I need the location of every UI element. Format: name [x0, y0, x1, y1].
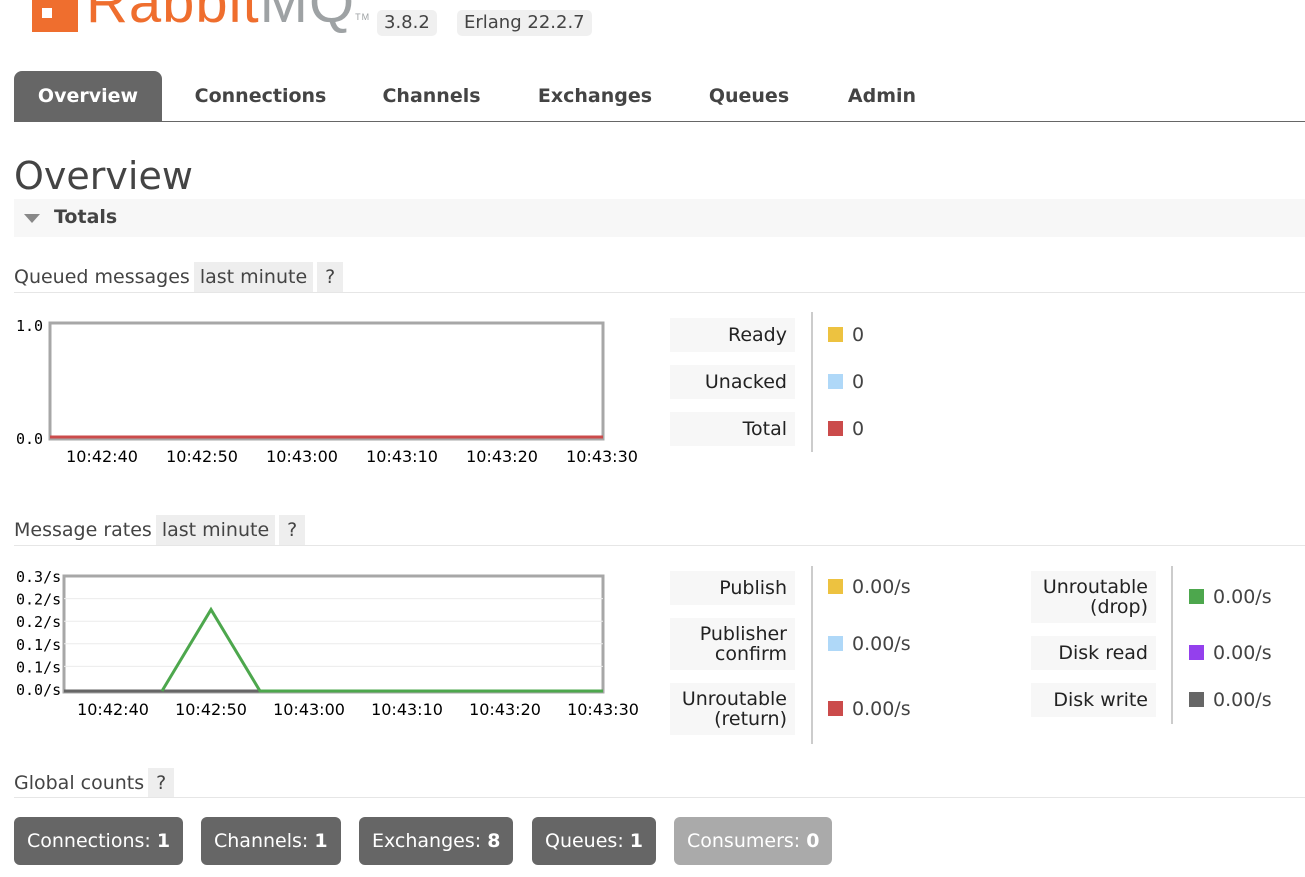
totals-section-toggle[interactable]: Totals — [14, 199, 1305, 237]
tab-channels[interactable]: Channels — [369, 71, 494, 121]
y-tick-label: 0.1/s — [16, 658, 61, 676]
y-tick-label: 0.3/s — [16, 568, 61, 586]
legend-label-ready: Ready — [670, 318, 795, 352]
disk-write-swatch — [1189, 692, 1204, 707]
legend-value-unroutable-drop: 0.00/s — [1189, 586, 1272, 608]
tab-queues[interactable]: Queues — [694, 71, 804, 121]
tab-overview[interactable]: Overview — [14, 71, 162, 121]
y-tick-label: 0.2/s — [16, 613, 61, 631]
tab-exchanges[interactable]: Exchanges — [522, 71, 668, 121]
publisher-confirm-swatch — [828, 636, 843, 651]
legend-label-disk-read: Disk read — [1031, 636, 1156, 670]
divider — [14, 545, 1305, 546]
x-tick-label: 10:43:20 — [469, 700, 541, 719]
disk-read-swatch — [1189, 645, 1204, 660]
consumers-count-button[interactable]: Consumers: 0 — [674, 817, 833, 865]
legend-label-publisher-confirm: Publisher confirm — [670, 618, 795, 670]
main-nav-tabs: Overview Connections Channels Exchanges … — [14, 71, 1305, 122]
legend-separator — [811, 566, 813, 744]
queued-messages-title: Queued messages — [14, 266, 190, 288]
y-tick-label: 0.2/s — [16, 591, 61, 609]
unacked-swatch — [828, 374, 843, 389]
erlang-version-badge: Erlang 22.2.7 — [457, 10, 592, 36]
x-tick-label: 10:43:30 — [567, 700, 639, 719]
version-badge: 3.8.2 — [377, 10, 437, 36]
page-title: Overview — [14, 154, 193, 198]
rates-help-button[interactable]: ? — [279, 515, 306, 545]
message-rates-heading: Message rates last minute? — [14, 515, 306, 545]
queued-messages-heading: Queued messages last minute? — [14, 262, 344, 292]
message-rates-title: Message rates — [14, 519, 152, 541]
channels-count-button[interactable]: Channels: 1 — [201, 817, 341, 865]
global-help-button[interactable]: ? — [148, 768, 175, 798]
section-title: Totals — [54, 206, 118, 228]
y-tick-label: 0.1/s — [16, 636, 61, 654]
legend-value-unacked: 0 — [828, 371, 864, 393]
global-counts-title: Global counts — [14, 772, 145, 794]
rabbitmq-logo-icon — [32, 0, 78, 32]
total-swatch — [828, 421, 843, 436]
x-tick-label: 10:42:50 — [166, 447, 238, 466]
rates-range-selector[interactable]: last minute — [155, 515, 276, 545]
connections-count-button[interactable]: Connections: 1 — [14, 817, 184, 865]
x-tick-label: 10:42:40 — [66, 447, 138, 466]
global-counts-heading: Global counts? — [14, 768, 175, 798]
legend-label-unroutable-drop: Unroutable (drop) — [1031, 571, 1156, 623]
chart-plot-area — [62, 574, 605, 694]
unroutable-return-swatch — [828, 701, 843, 716]
legend-value-ready: 0 — [828, 324, 864, 346]
legend-value-total: 0 — [828, 418, 864, 440]
legend-value-publish: 0.00/s — [828, 576, 911, 598]
chart-plot-area — [48, 321, 605, 441]
x-tick-label: 10:43:00 — [273, 700, 345, 719]
ready-swatch — [828, 327, 843, 342]
x-tick-label: 10:43:00 — [266, 447, 338, 466]
y-tick-label: 1.0 — [16, 317, 43, 335]
legend-value-disk-read: 0.00/s — [1189, 642, 1272, 664]
x-tick-label: 10:43:30 — [566, 447, 638, 466]
y-tick-label: 0.0 — [16, 430, 43, 448]
y-tick-label: 0.0/s — [16, 681, 61, 699]
message-rates-chart: 0.3/s 0.2/s 0.2/s 0.1/s 0.1/s 0.0/s 10:42:40 1… — [16, 568, 639, 719]
x-tick-label: 10:42:40 — [77, 700, 149, 719]
legend-label-disk-write: Disk write — [1031, 683, 1156, 717]
tab-connections[interactable]: Connections — [182, 71, 339, 121]
legend-label-publish: Publish — [670, 571, 795, 605]
unroutable-drop-swatch — [1189, 589, 1204, 604]
exchanges-count-button[interactable]: Exchanges: 8 — [359, 817, 514, 865]
queued-help-button[interactable]: ? — [317, 262, 344, 292]
legend-label-total: Total — [670, 412, 795, 446]
legend-label-unroutable-return: Unroutable (return) — [670, 683, 795, 735]
tab-admin[interactable]: Admin — [832, 71, 932, 121]
x-tick-label: 10:43:10 — [366, 447, 438, 466]
collapse-triangle-icon — [24, 214, 40, 223]
x-tick-label: 10:43:20 — [466, 447, 538, 466]
queues-count-button[interactable]: Queues: 1 — [532, 817, 656, 865]
legend-label-unacked: Unacked — [670, 365, 795, 399]
legend-value-disk-write: 0.00/s — [1189, 689, 1272, 711]
x-tick-label: 10:43:10 — [371, 700, 443, 719]
legend-value-unroutable-return: 0.00/s — [828, 698, 911, 720]
legend-value-publisher-confirm: 0.00/s — [828, 633, 911, 655]
publish-swatch — [828, 579, 843, 594]
legend-separator — [811, 312, 813, 452]
rabbitmq-logo[interactable]: RabbitMQTM — [86, 0, 370, 32]
queued-range-selector[interactable]: last minute — [193, 262, 314, 292]
divider — [14, 797, 1305, 798]
queued-messages-chart: 1.0 0.0 10:42:40 10:42:50 10:43:00 10:43:10… — [16, 317, 638, 466]
divider — [14, 292, 1305, 293]
x-tick-label: 10:42:50 — [175, 700, 247, 719]
legend-separator — [1171, 566, 1173, 724]
